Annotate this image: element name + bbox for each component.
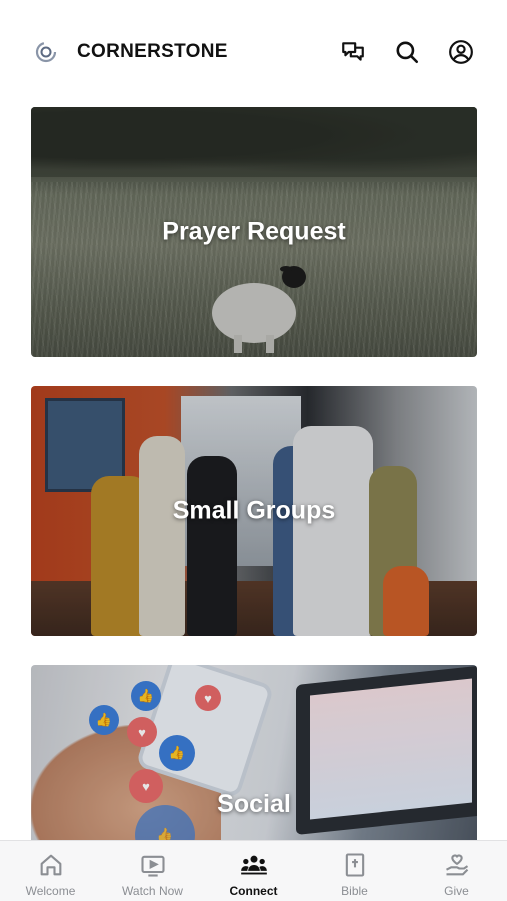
home-icon (37, 851, 65, 879)
search-icon[interactable] (393, 38, 421, 66)
app-title: CORNERSTONE (77, 41, 228, 62)
tab-label: Connect (229, 884, 278, 898)
tab-label: Give (444, 884, 469, 898)
tab-label: Watch Now (122, 884, 183, 898)
app-header: CORNERSTONE (0, 0, 507, 100)
give-heart-hand-icon (443, 851, 471, 879)
cornerstone-logo-icon (34, 40, 58, 64)
tab-label: Welcome (25, 884, 76, 898)
tab-label: Bible (341, 884, 368, 898)
tab-give[interactable]: Give (406, 841, 507, 901)
tab-connect[interactable]: Connect (203, 841, 304, 901)
people-icon (240, 851, 268, 879)
social-label: Social (217, 790, 291, 818)
tab-bible[interactable]: Bible (304, 841, 405, 901)
tv-play-icon (139, 851, 167, 879)
tab-welcome[interactable]: Welcome (0, 841, 101, 901)
prayer-request-card[interactable]: Prayer Request (31, 107, 477, 357)
prayer-request-label: Prayer Request (162, 217, 346, 246)
small-groups-label: Small Groups (172, 496, 336, 525)
chat-icon[interactable] (339, 38, 367, 66)
account-icon[interactable] (447, 38, 475, 66)
tab-watch-now[interactable]: Watch Now (102, 841, 203, 901)
bible-icon (341, 851, 369, 879)
bottom-tab-bar: Welcome Watch Now Connect Bible Give (0, 840, 507, 901)
social-card[interactable]: 👍 👍 ♥ 👍 ♥ 👍 ♥ Social (31, 665, 477, 855)
small-groups-card[interactable]: Small Groups (31, 386, 477, 636)
